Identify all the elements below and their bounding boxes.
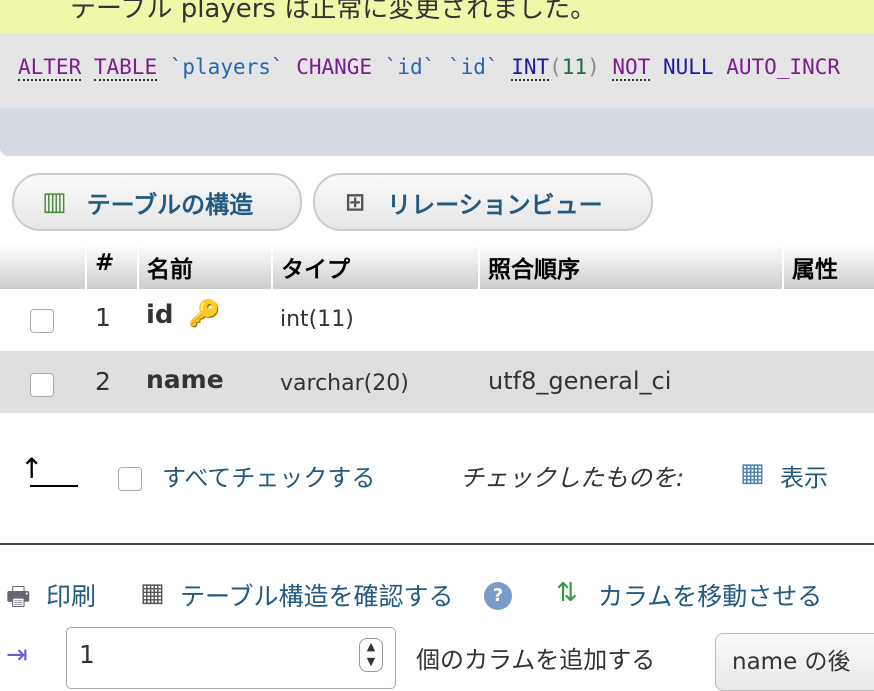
browse-button[interactable]: 表示 — [780, 458, 828, 493]
sql-token: `players` — [169, 55, 284, 79]
tab-relation-view[interactable]: ⊞ リレーションビュー — [313, 173, 653, 231]
sql-token: AUTO_INCR — [726, 55, 841, 79]
check-all-checkbox[interactable] — [118, 467, 142, 491]
tab-label: テーブルの構造 — [86, 190, 254, 219]
relation-icon: ⊞ — [345, 188, 366, 216]
sql-token: 11 — [561, 55, 588, 79]
column-header[interactable]: # — [95, 250, 114, 276]
propose-structure-link[interactable]: テーブル構造を確認する — [180, 577, 454, 613]
table-header — [0, 245, 874, 289]
sql-token[interactable]: ALTER — [18, 55, 82, 81]
help-icon[interactable]: ? — [484, 582, 512, 610]
success-message: ✔ テーブル players は正常に変更されました。 — [0, 0, 874, 33]
sql-token: NULL — [662, 55, 714, 79]
column-name: id — [146, 300, 174, 330]
print-link[interactable]: 印刷 — [46, 577, 96, 613]
tab-label: リレーションビュー — [387, 190, 603, 219]
browse-icon: ▦ — [740, 458, 765, 488]
sql-token: CHANGE — [296, 55, 373, 79]
sql-footer — [0, 108, 874, 156]
sql-token: `id` — [447, 55, 499, 79]
divider — [0, 543, 874, 545]
propose-structure-icon: ▦ — [140, 578, 165, 608]
tab-table-structure[interactable]: ▥ テーブルの構造 — [12, 173, 302, 231]
row-number: 2 — [95, 367, 111, 396]
row-checkbox[interactable] — [30, 373, 54, 397]
arrow-up-icon: ↑ — [20, 452, 44, 485]
column-type: varchar(20) — [280, 371, 409, 396]
table-structure-icon: ▥ — [42, 187, 67, 217]
sql-token: ) — [587, 55, 600, 79]
position-select[interactable]: name の後 — [715, 633, 874, 691]
print-icon: 🖶 — [6, 582, 31, 612]
sql-query: ALTER TABLE `players` CHANGE `id` `id` I… — [18, 55, 841, 81]
sql-token: ( — [549, 55, 562, 79]
check-all-link[interactable]: すべてチェックする — [162, 458, 375, 493]
move-columns-link[interactable]: カラムを移動させる — [598, 577, 822, 613]
position-value: name の後 — [732, 649, 851, 675]
sql-token: `id` — [384, 55, 436, 79]
sql-token[interactable]: NOT — [612, 55, 651, 81]
column-count-value: 1 — [79, 640, 95, 669]
column-collation: utf8_general_ci — [488, 367, 672, 395]
row-checkbox[interactable] — [30, 309, 54, 333]
success-text: テーブル players は正常に変更されました。 — [70, 0, 597, 24]
column-count-input[interactable]: 1 ▲ ▼ — [66, 627, 396, 689]
stepper-icon[interactable]: ▲ ▼ — [359, 638, 383, 672]
column-type: int(11) — [280, 307, 354, 332]
add-columns-label: 個のカラムを追加する — [416, 646, 656, 674]
sql-token[interactable]: TABLE — [93, 55, 158, 81]
with-selected-label: チェックしたものを: — [460, 464, 685, 492]
add-column-icon: ⇥ — [6, 640, 28, 670]
table-row: 1 id 🔑 int(11) — [0, 289, 874, 351]
row-number: 1 — [95, 303, 111, 332]
column-name: name — [146, 365, 224, 394]
column-header[interactable]: 名前 — [147, 250, 193, 284]
column-header[interactable]: 照合順序 — [488, 250, 580, 284]
primary-key-icon: 🔑 — [188, 299, 221, 329]
move-columns-icon: ⇅ — [556, 578, 578, 608]
column-header[interactable]: タイプ — [281, 250, 350, 284]
column-header[interactable]: 属性 — [792, 250, 838, 284]
table-row: 2 name varchar(20) utf8_general_ci — [0, 351, 874, 413]
sql-token[interactable]: INT — [511, 55, 550, 81]
